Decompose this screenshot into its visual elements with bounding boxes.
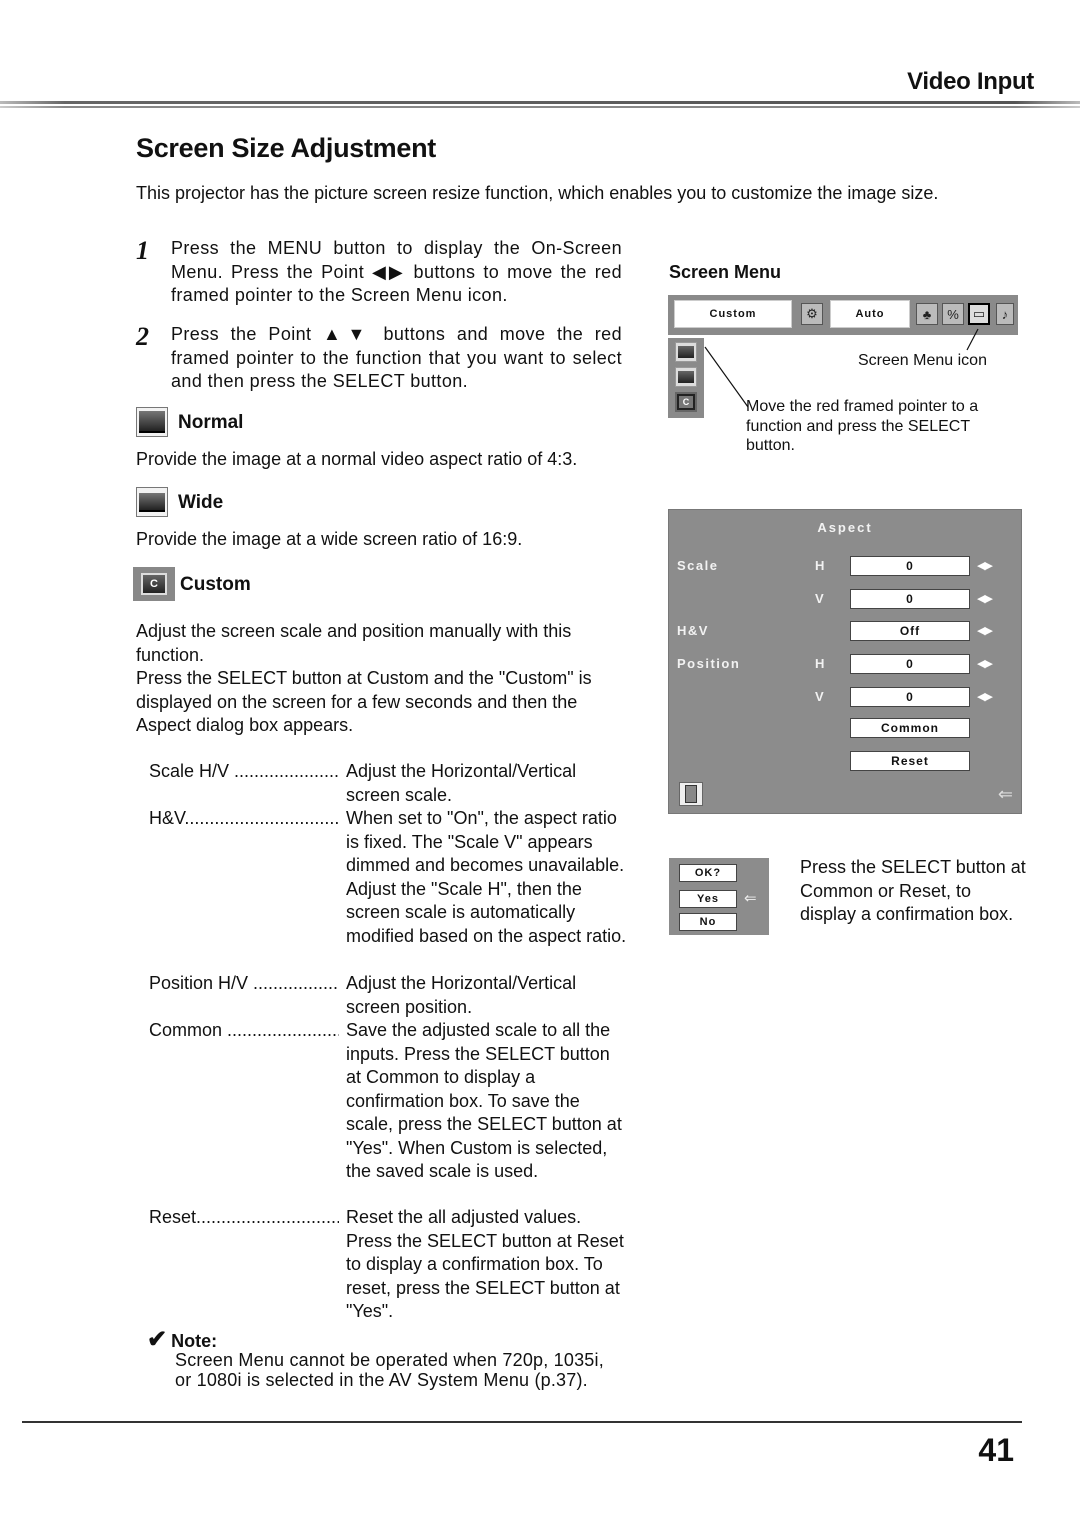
step-text: Press the Point ▲▼ buttons and move the … — [171, 324, 622, 391]
position-v-field[interactable]: 0 — [850, 687, 970, 707]
custom-desc-1: Adjust the screen scale and position man… — [136, 621, 572, 665]
aspect-dialog: Aspect Scale H 0 ◀▶ V 0 ◀▶ H&V Off ◀▶ Po… — [668, 509, 1022, 814]
option-wide-label: Wide — [178, 492, 224, 513]
left-right-arrows-icon[interactable]: ◀▶ — [977, 624, 993, 637]
screen-menu-label: Screen Menu — [669, 262, 782, 282]
definition-scale: Scale H/V ..............................… — [149, 760, 629, 807]
axis-label: H — [815, 558, 825, 573]
step-number: 1 — [136, 236, 149, 265]
source-value-box: Auto — [830, 300, 910, 328]
back-arrow-icon[interactable]: ⇐ — [998, 784, 1013, 805]
intro-paragraph: This projector has the picture screen re… — [136, 183, 939, 203]
left-right-arrows-icon[interactable]: ◀▶ — [977, 559, 993, 572]
definition-desc: Adjust the Horizontal/Vertical screen sc… — [346, 761, 577, 805]
definition-reset: Reset...................................… — [149, 1206, 629, 1324]
page-number: 41 — [978, 1432, 1014, 1468]
step-2: 2 Press the Point ▲▼ buttons and move th… — [136, 323, 622, 394]
definition-common: Common ............................... S… — [149, 1019, 629, 1184]
option-normal-desc: Provide the image at a normal video aspe… — [136, 449, 578, 469]
left-right-arrows-icon[interactable]: ◀▶ — [977, 592, 993, 605]
axis-label: H — [815, 656, 825, 671]
axis-label: V — [815, 689, 824, 704]
axis-label: V — [815, 591, 824, 606]
position-h-field[interactable]: 0 — [850, 654, 970, 674]
note-title: Note: — [171, 1331, 218, 1351]
sound-icon: ♪ — [996, 303, 1014, 325]
header-rule-secondary — [0, 106, 1080, 108]
option-normal-label: Normal — [178, 412, 244, 433]
definition-desc: Save the adjusted scale to all the input… — [346, 1020, 622, 1181]
yes-button[interactable]: Yes — [679, 890, 737, 908]
header-rule — [0, 101, 1080, 104]
option-wide-desc: Provide the image at a wide screen ratio… — [136, 529, 523, 549]
confirm-caption: Press the SELECT button at Common or Res… — [800, 857, 1026, 924]
exit-door-icon[interactable] — [679, 782, 703, 806]
definition-hv: H&V.....................................… — [149, 807, 629, 948]
step-number: 2 — [136, 322, 149, 351]
custom-screen-icon: C — [133, 567, 175, 601]
scale-label: Scale — [677, 558, 719, 573]
footer-rule — [22, 1421, 1022, 1423]
input-value-box: Custom — [674, 300, 792, 328]
step-1: 1 Press the MENU button to display the O… — [136, 237, 622, 308]
confirm-prompt: OK? — [679, 864, 737, 882]
option-custom-label: Custom — [180, 574, 251, 595]
scale-h-field[interactable]: 0 — [850, 556, 970, 576]
confirm-dialog: OK? Yes No ⇐ — [669, 858, 769, 935]
pointer-callout: Move the red framed pointer to a functio… — [746, 398, 979, 454]
step-text: Press the MENU button to display the On-… — [171, 238, 622, 305]
definition-desc: When set to "On", the aspect ratio is fi… — [346, 808, 627, 946]
scale-v-field[interactable]: 0 — [850, 589, 970, 609]
definition-term: Common ............................... — [149, 1020, 339, 1040]
aspect-title: Aspect — [817, 520, 873, 535]
no-button[interactable]: No — [679, 913, 737, 931]
note-text: Screen Menu cannot be operated when 720p… — [175, 1350, 604, 1390]
checkmark-icon: ✔ — [147, 1326, 168, 1353]
position-label: Position — [677, 656, 741, 671]
definition-desc: Reset the all adjusted values. Press the… — [346, 1207, 624, 1321]
option-custom-desc: Adjust the screen scale and position man… — [136, 620, 626, 738]
normal-screen-icon — [136, 407, 168, 437]
definition-desc: Adjust the Horizontal/Vertical screen po… — [346, 973, 577, 1017]
definition-position: Position H/V .......................... … — [149, 972, 629, 1019]
hv-field[interactable]: Off — [850, 621, 970, 641]
image-select-icon: ♣ — [916, 303, 938, 325]
custom-desc-2: Press the SELECT button at Custom and th… — [136, 668, 592, 735]
pointer-arrow-icon: ⇐ — [744, 890, 757, 907]
screen-menu-icon-callout: Screen Menu icon — [858, 352, 987, 369]
section-header: Video Input — [907, 68, 1034, 95]
page-title: Screen Size Adjustment — [136, 133, 436, 163]
hv-label: H&V — [677, 623, 709, 638]
definition-term: Scale H/V .............................. — [149, 761, 339, 781]
screen-menu-icon: ▭ — [968, 303, 990, 325]
reset-button[interactable]: Reset — [850, 751, 970, 771]
left-right-arrows-icon[interactable]: ◀▶ — [977, 690, 993, 703]
common-button[interactable]: Common — [850, 718, 970, 738]
input-icon: ⚙ — [801, 303, 823, 325]
left-right-arrows-icon[interactable]: ◀▶ — [977, 657, 993, 670]
image-adjust-icon: % — [942, 303, 964, 325]
definition-term: H&V..................................... — [149, 808, 339, 828]
definition-term: Position H/V .......................... — [149, 973, 339, 993]
definition-term: Reset...................................… — [149, 1207, 339, 1227]
wide-screen-icon — [136, 487, 168, 517]
